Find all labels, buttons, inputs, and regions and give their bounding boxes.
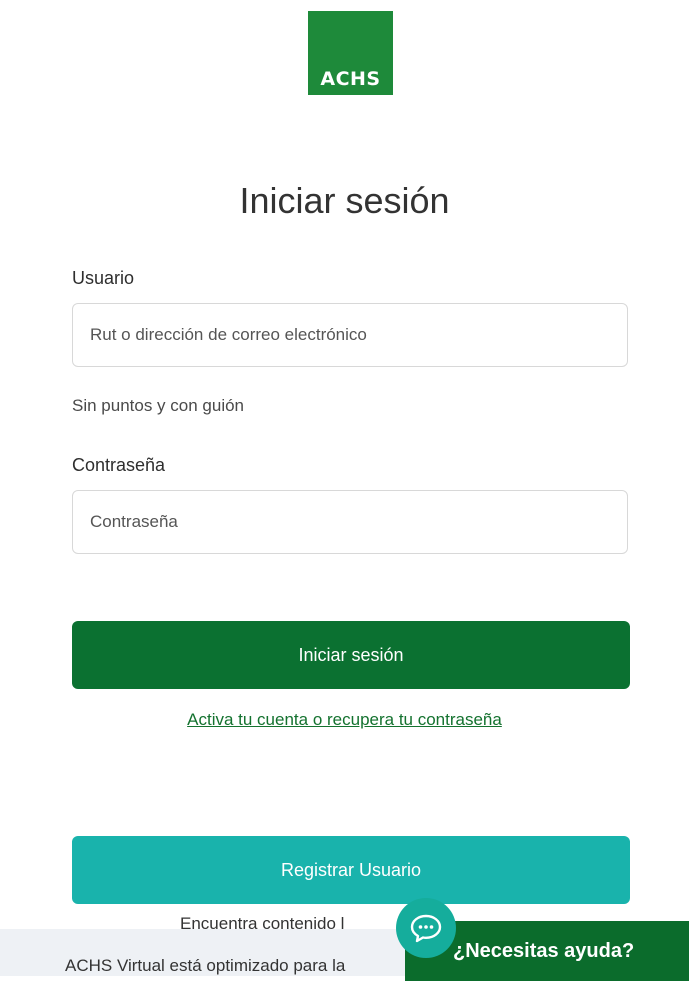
user-input[interactable] — [72, 303, 628, 367]
user-label: Usuario — [72, 268, 135, 288]
password-label: Contraseña — [72, 455, 166, 475]
user-hint: Sin puntos y con guión — [72, 396, 245, 415]
chat-bubble-icon[interactable] — [396, 898, 456, 958]
recover-account-link[interactable]: Activa tu cuenta o recupera tu contraseñ… — [0, 710, 689, 730]
login-button[interactable]: Iniciar sesión — [72, 621, 630, 689]
browser-notice-text: ACHS Virtual está optimizado para la — [65, 956, 346, 975]
page-title: Iniciar sesión — [239, 180, 450, 221]
logo-text: ACHS — [320, 68, 381, 90]
chat-bubble-glyph — [410, 914, 442, 943]
register-user-button[interactable]: Registrar Usuario — [72, 836, 630, 904]
password-input[interactable] — [72, 490, 628, 554]
achs-logo: ACHS — [308, 11, 393, 95]
help-label: ¿Necesitas ayuda? — [453, 939, 635, 962]
